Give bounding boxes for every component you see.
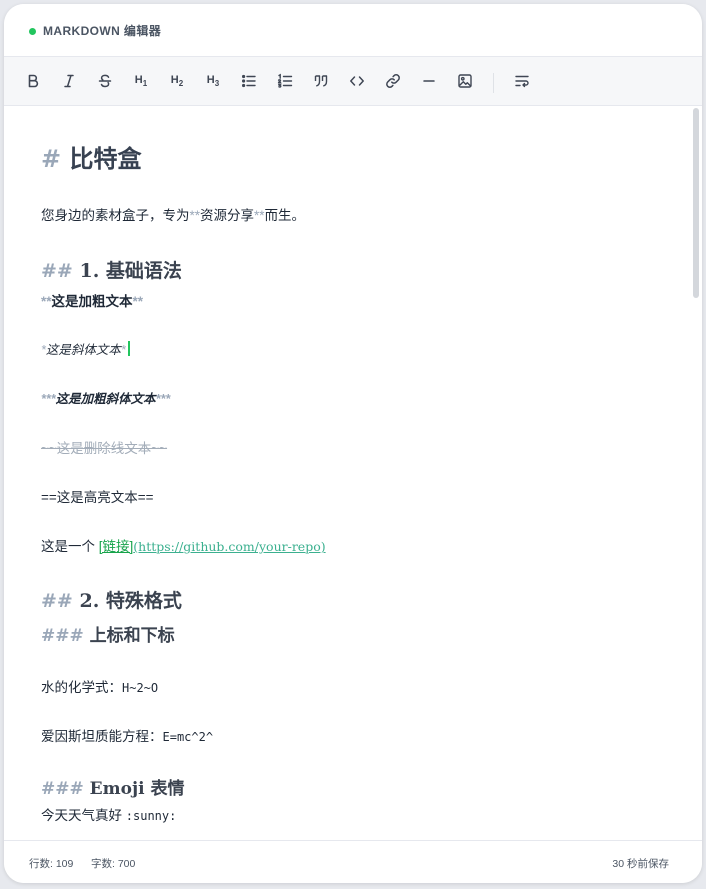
line-link: 这是一个 [链接](https://github.com/your-repo) [41, 535, 326, 555]
text-cursor [127, 341, 130, 356]
editor-content[interactable]: # 比特盒 您身边的素材盒子，专为**资源分享**而生。 ## 1. 基础语法 … [4, 106, 702, 840]
intro-text: 您身边的素材盒子，专为 [41, 208, 190, 223]
header: MARKDOWN 编辑器 [4, 4, 702, 57]
line-subsection-2: ### Emoji 表情 [41, 774, 184, 799]
quote-icon [314, 75, 328, 87]
italic-text: 这是斜体文本 [45, 343, 121, 357]
heading-text: 比特盒 [69, 144, 142, 173]
status-indicator [29, 28, 36, 35]
bold-italic-marker: *** [155, 392, 171, 406]
heading-text: 2. 特殊格式 [79, 590, 182, 612]
heading-1-icon: H1 [134, 73, 148, 89]
heading-marker: # [41, 144, 62, 173]
image-button[interactable] [451, 67, 479, 95]
intro-text-end: 而生。 [264, 208, 306, 223]
horizontal-rule-icon [423, 80, 435, 82]
heading-3-button[interactable]: H3 [199, 67, 227, 95]
bold-button[interactable] [19, 67, 47, 95]
formula-text: H~2~O [122, 681, 159, 695]
heading-marker: ## [41, 590, 73, 612]
heading-2-button[interactable]: H2 [163, 67, 191, 95]
status-bar: 行数: 109 字数: 700 30 秒前保存 [4, 840, 702, 883]
toolbar: H1 H2 H3 [4, 57, 702, 106]
line-bold-italic: ***这是加粗斜体文本*** [41, 388, 170, 407]
quote-button[interactable] [307, 67, 335, 95]
char-count: 字数: 700 [91, 858, 136, 870]
text-wrap-icon [515, 75, 529, 88]
wrap-button[interactable] [508, 67, 536, 95]
line-section-2: ## 2. 特殊格式 [41, 586, 182, 613]
bold-text: 这是加粗文本 [51, 294, 133, 309]
bold-icon [28, 74, 39, 88]
bold-marker: ** [189, 208, 201, 223]
ordered-list-icon [277, 73, 293, 88]
line-italic: *这是斜体文本* [41, 339, 130, 358]
strikethrough-icon [98, 74, 112, 88]
bold-marker: ** [132, 294, 144, 309]
save-status: 30 秒前保存 [612, 858, 669, 870]
formula-text: E=mc^2^ [162, 730, 214, 744]
editor-title: MARKDOWN 编辑器 [43, 24, 162, 38]
heading-2-icon: H2 [170, 73, 184, 89]
formula-label: 爱因斯坦质能方程： [41, 729, 163, 744]
intro-bold-text: 资源分享 [200, 208, 255, 223]
emoji-label: 今天天气真好 [41, 808, 126, 823]
italic-button[interactable] [55, 67, 83, 95]
editor-card: MARKDOWN 编辑器 H1 H2 H3 # 比特盒 您身边的素材盒子，专为*… [4, 4, 702, 883]
link-url[interactable]: (https://github.com/your-repo) [133, 539, 325, 554]
link-text[interactable]: [链接] [99, 539, 134, 554]
heading-marker: ### [41, 626, 84, 646]
scrollbar[interactable] [693, 108, 699, 298]
line-section-1: ## 1. 基础语法 [41, 256, 182, 283]
heading-marker: ### [41, 779, 84, 799]
link-prefix-text: 这是一个 [41, 539, 99, 554]
italic-icon [64, 74, 74, 88]
line-bold: **这是加粗文本** [41, 290, 143, 310]
line-intro: 您身边的素材盒子，专为**资源分享**而生。 [41, 204, 305, 224]
line-highlight: ==这是高亮文本== [41, 490, 154, 505]
formula-label: 水的化学式： [41, 680, 122, 695]
unordered-list-icon [241, 74, 256, 88]
emoji-code: :sunny: [125, 809, 177, 823]
link-icon [386, 74, 400, 88]
heading-3-icon: H3 [206, 73, 220, 89]
horizontal-rule-button[interactable] [415, 67, 443, 95]
line-h1: # 比特盒 [41, 139, 141, 174]
line-emoji: 今天天气真好 :sunny: [41, 804, 176, 824]
line-strikethrough: ~~这是删除线文本~~ [41, 441, 168, 456]
heading-text: 1. 基础语法 [79, 260, 182, 282]
italic-marker: * [120, 343, 126, 357]
code-icon [350, 76, 364, 86]
line-einstein-formula: 爱因斯坦质能方程：E=mc^2^ [41, 725, 213, 745]
code-button[interactable] [343, 67, 371, 95]
strikethrough-button[interactable] [91, 67, 119, 95]
bold-marker: ** [254, 208, 265, 223]
bold-italic-marker: *** [41, 392, 56, 406]
ordered-list-button[interactable] [271, 67, 299, 95]
toolbar-divider [493, 73, 494, 93]
heading-marker: ## [41, 260, 73, 282]
unordered-list-button[interactable] [235, 67, 263, 95]
heading-text: Emoji 表情 [89, 779, 185, 799]
heading-text: 上标和下标 [89, 626, 175, 646]
link-button[interactable] [379, 67, 407, 95]
heading-1-button[interactable]: H1 [127, 67, 155, 95]
bold-marker: ** [41, 294, 52, 309]
line-water-formula: 水的化学式：H~2~O [41, 676, 158, 696]
image-icon [458, 74, 472, 88]
bold-italic-text: 这是加粗斜体文本 [55, 392, 156, 406]
line-count: 行数: 109 [29, 858, 74, 870]
line-subsection-1: ### 上标和下标 [41, 621, 175, 646]
